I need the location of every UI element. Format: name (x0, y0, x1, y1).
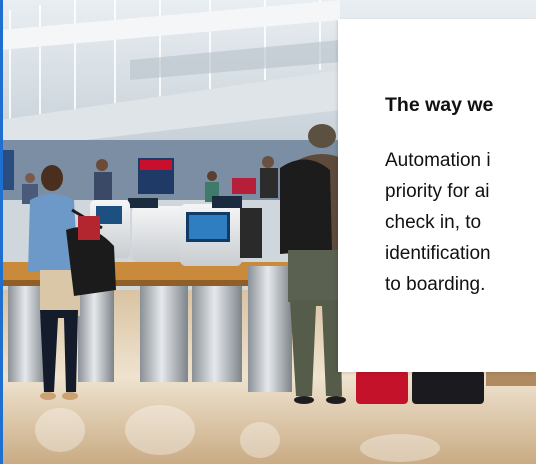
card-body-line: priority for ai (385, 181, 490, 202)
slide-stage: The way we Automation i priority for ai … (0, 0, 536, 464)
card-body-line: to boarding. (385, 274, 486, 295)
card-heading: The way we (385, 94, 494, 116)
card-body-line: identification (385, 243, 491, 264)
card-body: Automation i priority for ai check in, t… (385, 145, 536, 300)
card-body-line: check in, to (385, 212, 482, 233)
left-accent-bar (0, 0, 3, 464)
card-body-line: Automation i (385, 150, 491, 171)
content-card: The way we Automation i priority for ai … (338, 19, 536, 372)
